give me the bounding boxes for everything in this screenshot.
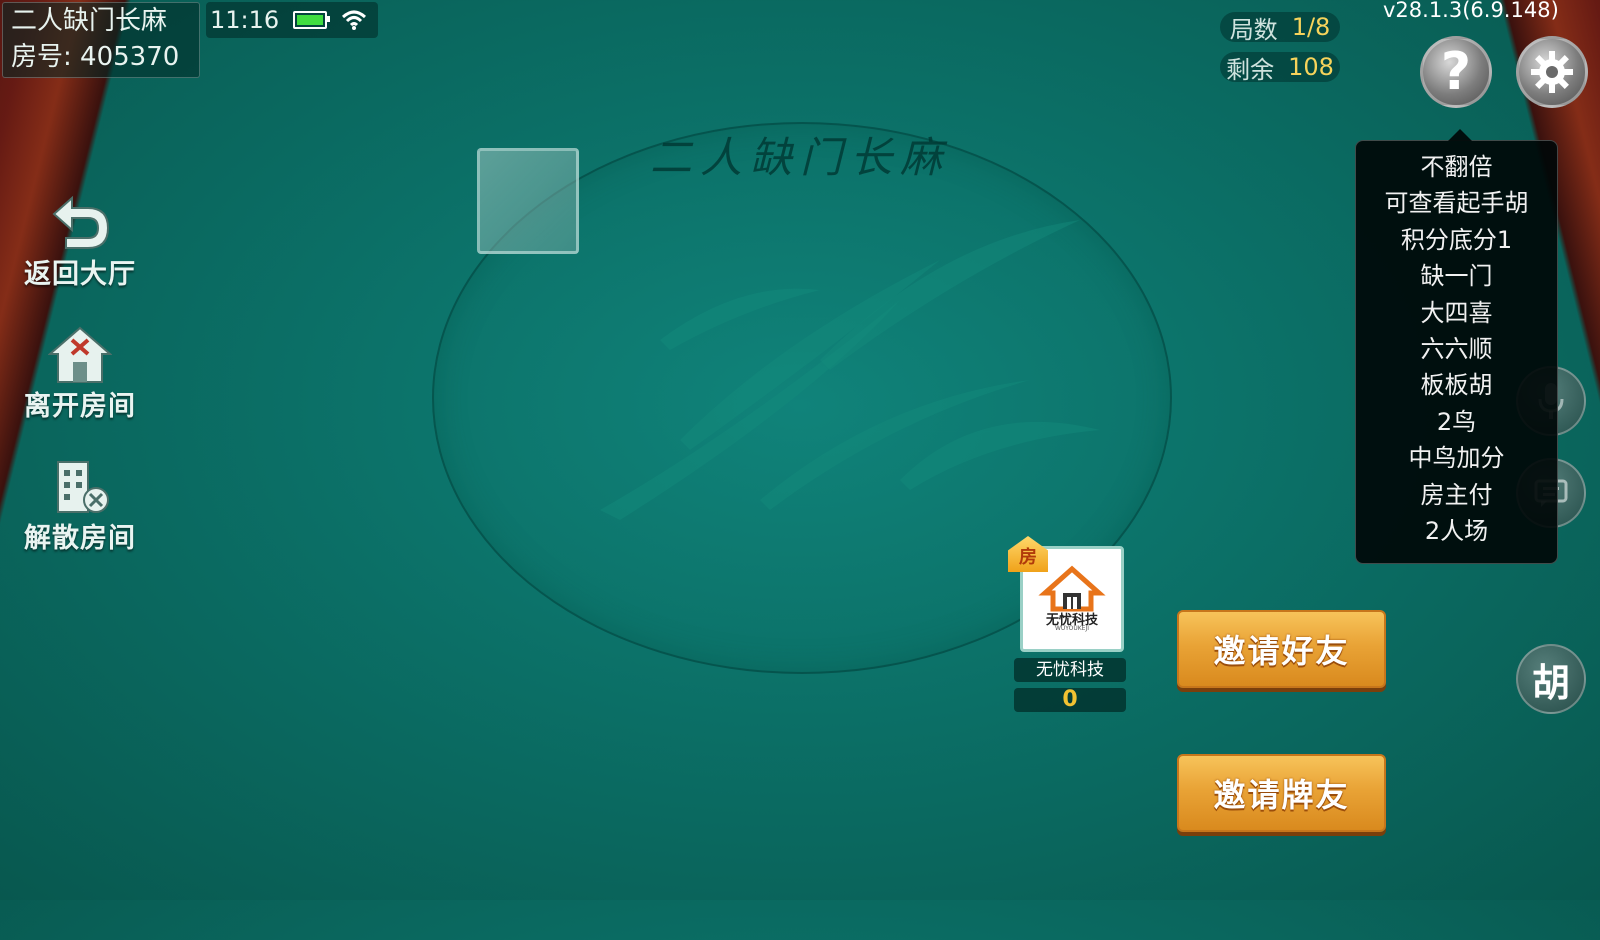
rule-item: 中鸟加分	[1408, 444, 1505, 473]
remaining-label: 剩余	[1226, 55, 1275, 84]
version-text: v28.1.3(6.9.148)	[1383, 0, 1559, 22]
rounds-counter: 局数 1/8	[1220, 12, 1340, 44]
help-icon: ?	[1440, 42, 1472, 102]
help-button[interactable]: ?	[1420, 36, 1492, 108]
rule-item: 板板胡	[1420, 371, 1493, 400]
rule-item: 六六顺	[1420, 335, 1493, 364]
clock: 11:16	[210, 6, 280, 34]
invite-friends-button[interactable]: 邀请好友	[1177, 610, 1386, 688]
leave-room-label: 离开房间	[24, 391, 136, 422]
battery-icon	[293, 11, 331, 29]
gear-icon	[1531, 51, 1573, 93]
remaining-value: 108	[1288, 53, 1334, 81]
leave-room-button[interactable]: 离开房间	[18, 312, 142, 423]
room-number: 405370	[80, 42, 180, 72]
avatar-brand-subtext: WUYOUKEJI	[1054, 625, 1090, 632]
rule-item: 2人场	[1424, 517, 1489, 546]
hu-button[interactable]: 胡	[1516, 644, 1586, 714]
remaining-counter: 剩余 108	[1220, 52, 1340, 84]
empty-tile-slot	[477, 148, 579, 254]
rule-item: 2鸟	[1436, 407, 1477, 436]
rule-item: 积分底分1	[1400, 225, 1513, 254]
dissolve-building-icon	[18, 444, 142, 516]
rules-popover: 不翻倍可查看起手胡 积分底分1 缺一门大四喜六六顺板板胡 2鸟中鸟加分房主付 2人场	[1355, 129, 1558, 564]
bamboo-decoration	[600, 220, 1100, 520]
rounds-value: 1/8	[1291, 13, 1331, 41]
dissolve-room-label: 解散房间	[24, 523, 136, 554]
rule-item: 大四喜	[1420, 298, 1493, 327]
invite-card-friends-button[interactable]: 邀请牌友	[1177, 754, 1386, 832]
player-score: 0	[1014, 688, 1126, 712]
room-number-label: 房号:	[11, 42, 72, 72]
rule-item: 不翻倍	[1420, 153, 1493, 181]
rule-item: 房主付	[1420, 480, 1493, 509]
rule-item: 缺一门	[1420, 262, 1493, 291]
back-arrow-icon	[18, 180, 142, 252]
status-bar: 11:16	[206, 2, 378, 38]
settings-button[interactable]	[1516, 36, 1588, 108]
leave-house-icon	[18, 312, 142, 384]
dissolve-room-button[interactable]: 解散房间	[18, 444, 142, 555]
rounds-label: 局数	[1229, 15, 1278, 44]
back-to-lobby-label: 返回大厅	[24, 259, 136, 290]
player-name: 无忧科技	[1014, 658, 1126, 682]
room-number-row: 房号: 405370	[11, 39, 191, 75]
wifi-icon	[342, 10, 367, 30]
room-info: 二人缺门长麻 房号: 405370	[2, 2, 200, 78]
game-name: 二人缺门长麻	[11, 6, 168, 36]
table-title: 二人缺门长麻	[649, 133, 950, 182]
rule-item: 可查看起手胡	[1384, 189, 1529, 218]
back-to-lobby-button[interactable]: 返回大厅	[18, 180, 142, 291]
